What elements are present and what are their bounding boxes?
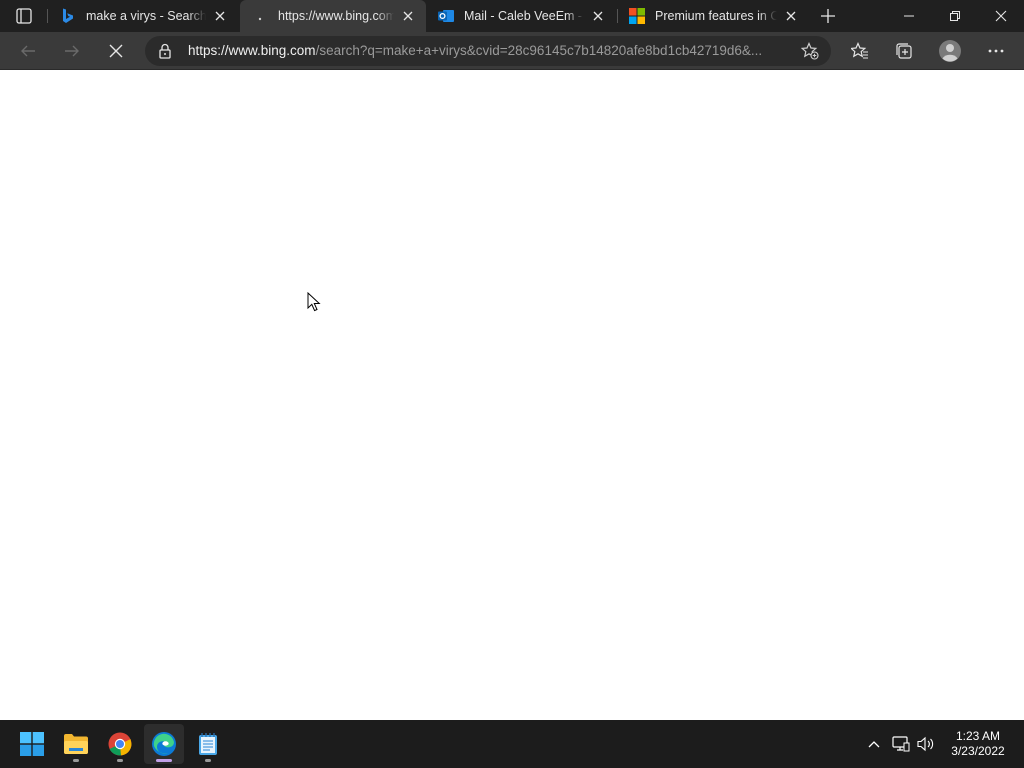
url-text[interactable]: https://www.bing.com/search?q=make+a+vir… [188,43,788,58]
favorites-button[interactable] [845,36,875,66]
edge-icon [152,732,176,756]
restore-button[interactable] [932,0,978,32]
plus-icon [821,9,835,23]
running-indicator [117,759,123,762]
microsoft-logo-icon [629,8,645,24]
close-icon[interactable] [212,8,228,24]
file-explorer-icon [64,734,88,754]
tab-search[interactable]: make a virys - Search [48,0,238,32]
close-icon [109,44,123,58]
bing-logo-icon [60,8,76,24]
close-icon [995,10,1007,22]
address-bar[interactable]: https://www.bing.com/search?q=make+a+vir… [145,36,831,66]
settings-more-button[interactable] [981,36,1011,66]
start-button[interactable] [12,724,52,764]
taskbar: 1:23 AM 3/23/2022 [0,720,1024,768]
lock-icon[interactable] [157,43,173,59]
back-button[interactable] [13,36,43,66]
close-icon[interactable] [400,8,416,24]
start-icon [20,732,44,756]
tab-title: https://www.bing.com/ [278,9,394,23]
volume-button[interactable] [916,734,936,754]
tab-premium[interactable]: Premium features in Ou [617,0,809,32]
forward-button[interactable] [57,36,87,66]
url-path: /search?q=make+a+virys&cvid=28c96145c7b1… [315,43,763,58]
taskbar-file-explorer[interactable] [56,724,96,764]
running-indicator [73,759,79,762]
taskbar-chrome[interactable] [100,724,140,764]
arrow-left-icon [21,45,35,57]
clock-date: 3/23/2022 [951,744,1005,758]
favorites-icon [851,42,868,59]
minimize-button[interactable] [886,0,932,32]
more-icon [988,49,1004,53]
avatar-icon [939,40,961,62]
tab-title: Premium features in Ou [655,9,777,23]
running-indicator [205,759,211,762]
chrome-icon [108,732,132,756]
chevron-up-icon [868,741,880,748]
network-button[interactable] [891,734,911,754]
outlook-icon [438,8,454,24]
close-window-button[interactable] [978,0,1024,32]
volume-icon [917,736,934,752]
taskbar-edge[interactable] [144,724,184,764]
network-icon [892,736,910,752]
taskbar-notepad[interactable] [188,724,228,764]
arrow-right-icon [65,45,79,57]
clock[interactable]: 1:23 AM 3/23/2022 [940,729,1016,759]
clock-time: 1:23 AM [955,729,1001,743]
url-host: https://www.bing.com [188,43,316,58]
collections-icon [896,43,912,59]
profile-button[interactable] [935,36,965,66]
mouse-cursor-icon [307,292,321,312]
add-favorite-icon[interactable] [800,42,819,60]
page-content[interactable] [0,71,1024,720]
tab-title: make a virys - Search [86,9,206,23]
active-indicator [156,759,172,762]
close-icon[interactable] [590,8,606,24]
tab-actions-icon[interactable] [10,7,38,25]
close-icon[interactable] [783,8,799,24]
stop-loading-button[interactable] [101,36,131,66]
tab-mail[interactable]: Mail - Caleb VeeEm - Ou [426,0,616,32]
collections-button[interactable] [889,36,919,66]
notepad-icon [199,733,217,755]
tab-title: Mail - Caleb VeeEm - Ou [464,9,584,23]
browser-toolbar: https://www.bing.com/search?q=make+a+vir… [0,32,1024,70]
minimize-icon [904,15,914,17]
tab-bar: make a virys - Search https://www.bing.c… [0,0,1024,32]
show-hidden-icons-button[interactable] [864,734,884,754]
loading-icon [252,8,268,24]
restore-icon [950,11,960,21]
new-tab-button[interactable] [817,6,839,26]
tab-bing-loading[interactable]: https://www.bing.com/ [240,0,426,32]
